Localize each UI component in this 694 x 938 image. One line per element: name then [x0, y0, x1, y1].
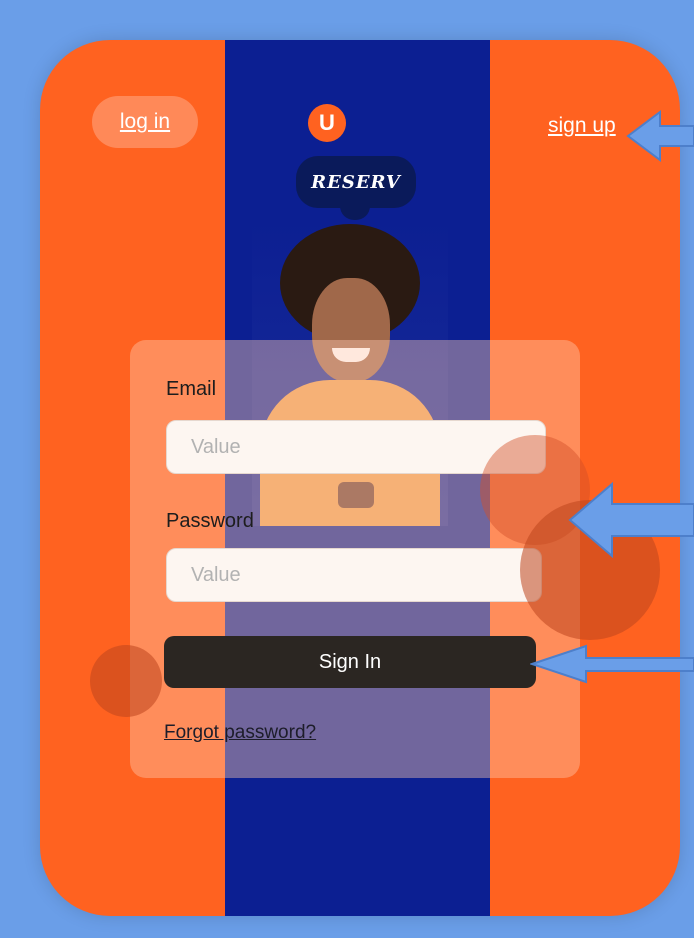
password-input[interactable] [166, 548, 542, 602]
app-screen: log in sign up U RESERV Email Password S… [40, 40, 680, 916]
login-pill[interactable]: log in [92, 96, 198, 148]
arrow-left-icon [568, 482, 694, 558]
forgot-password-link[interactable]: Forgot password? [164, 722, 316, 744]
sign-in-button[interactable]: Sign In [164, 636, 536, 688]
arrow-left-icon [530, 644, 694, 684]
brand-logo: RESERV [296, 156, 416, 208]
touch-blur-circle [90, 645, 162, 717]
signup-link[interactable]: sign up [548, 114, 616, 138]
arrow-left-icon [626, 110, 694, 162]
email-label: Email [166, 378, 217, 400]
logo-icon: U [308, 104, 346, 142]
logo-letter: U [319, 110, 335, 135]
login-card: Email Password Sign In Forgot password? [130, 340, 580, 778]
brand-name: RESERV [311, 171, 401, 193]
login-link[interactable]: log in [120, 110, 170, 134]
password-label: Password [166, 510, 254, 532]
